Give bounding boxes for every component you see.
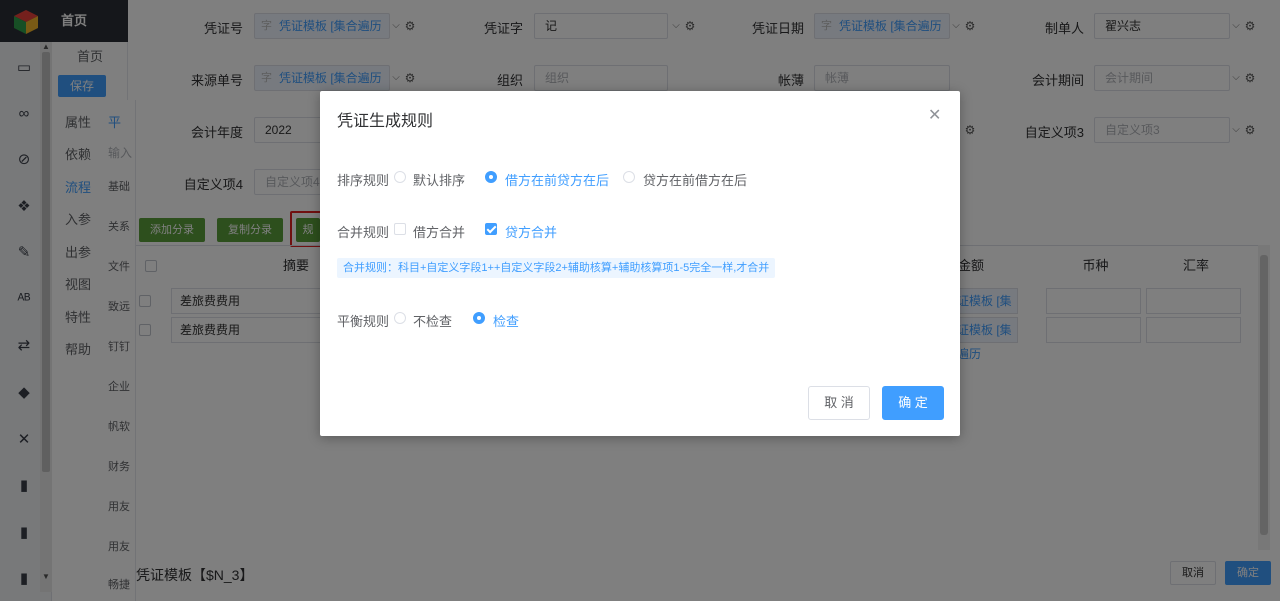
sort-default-radio[interactable]	[394, 171, 406, 183]
merge-rule-label: 合并规则	[337, 225, 390, 240]
sort-credit-first-radio[interactable]	[623, 171, 635, 183]
balance-check-radio[interactable]	[473, 312, 485, 324]
balance-check-label[interactable]: 检查	[493, 311, 519, 330]
dialog-ok-button[interactable]: 确 定	[882, 386, 944, 420]
balance-rule-label: 平衡规则	[337, 314, 390, 329]
merge-credit-label[interactable]: 贷方合并	[505, 222, 557, 241]
merge-debit-checkbox[interactable]	[394, 223, 406, 235]
sort-default-label[interactable]: 默认排序	[413, 170, 465, 189]
merge-debit-label[interactable]: 借方合并	[413, 222, 465, 241]
dialog-title: 凭证生成规则	[337, 113, 434, 130]
voucher-rule-dialog: 凭证生成规则 ✕ 排序规则 默认排序 借方在前贷方在后 贷方在前借方在后 合并规…	[320, 91, 960, 436]
merge-rule-tip: 合并规则：科目+自定义字段1++自定义字段2+辅助核算+辅助核算项1-5完全一样…	[337, 258, 776, 278]
sort-debit-first-label[interactable]: 借方在前贷方在后	[505, 170, 609, 189]
close-icon[interactable]: ✕	[928, 105, 941, 125]
balance-no-check-label[interactable]: 不检查	[413, 311, 452, 330]
dialog-cancel-button[interactable]: 取 消	[808, 386, 870, 420]
sort-debit-first-radio[interactable]	[485, 171, 497, 183]
sort-rule-label: 排序规则	[337, 173, 390, 188]
balance-no-check-radio[interactable]	[394, 312, 406, 324]
sort-credit-first-label[interactable]: 贷方在前借方在后	[643, 170, 747, 189]
merge-credit-checkbox[interactable]	[485, 223, 497, 235]
